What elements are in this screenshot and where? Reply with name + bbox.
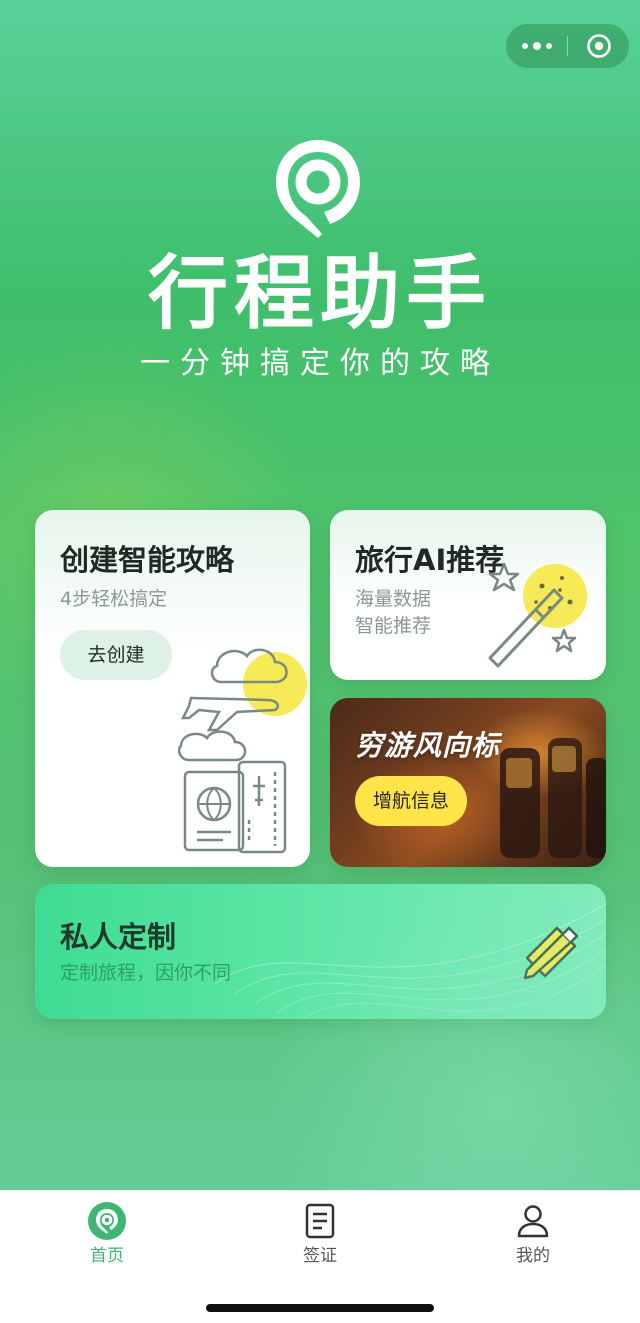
tab-visa[interactable]: 签证	[260, 1201, 380, 1271]
app-title: 行程助手	[148, 247, 492, 340]
private-custom-card[interactable]: 私人定制 定制旅程，因你不同	[35, 884, 606, 1019]
mini-program-capsule	[506, 24, 629, 68]
flight-info-button[interactable]: 增航信息	[355, 776, 467, 826]
private-custom-subtitle: 定制旅程，因你不同	[60, 962, 232, 984]
qyer-wind-vane-card[interactable]: 穷游风向标 增航信息	[330, 698, 606, 867]
ai-recommend-line2: 智能推荐	[355, 615, 432, 637]
tab-home-label: 首页	[90, 1246, 124, 1266]
app-logo-icon	[276, 140, 360, 238]
more-dots-icon[interactable]	[506, 24, 567, 68]
go-create-button[interactable]: 去创建	[60, 630, 172, 680]
capsule-divider	[567, 36, 568, 56]
tab-home[interactable]: 首页	[47, 1201, 167, 1271]
wind-vane-title: 穷游风向标	[355, 729, 501, 762]
travel-illustration	[177, 648, 307, 854]
ai-recommend-card[interactable]: 旅行AI推荐 海量数据 智能推荐	[330, 510, 606, 680]
user-icon	[517, 1205, 549, 1238]
tab-visa-label: 签证	[303, 1246, 337, 1266]
create-strategy-card[interactable]: 创建智能攻略 4步轻松搞定 去创建	[35, 510, 310, 867]
document-icon	[305, 1203, 335, 1239]
app-background: 行程助手 一分钟搞定你的攻略 创建智能攻略 4步轻松搞定 去创建 旅行AI推荐 …	[0, 0, 640, 1190]
app-slogan: 一分钟搞定你的攻略	[140, 346, 500, 381]
pencil-ruler-icon	[523, 926, 579, 980]
create-strategy-subtitle: 4步轻松搞定	[60, 588, 168, 610]
create-strategy-title: 创建智能攻略	[60, 543, 235, 577]
mini-program-close-icon[interactable]	[586, 33, 612, 59]
tab-me[interactable]: 我的	[473, 1201, 593, 1271]
home-pin-icon	[88, 1202, 126, 1240]
tab-me-label: 我的	[516, 1246, 550, 1266]
home-indicator	[206, 1304, 434, 1312]
private-custom-title: 私人定制	[60, 920, 177, 954]
magic-wand-icon	[488, 562, 587, 668]
ai-recommend-line1: 海量数据	[355, 588, 432, 610]
